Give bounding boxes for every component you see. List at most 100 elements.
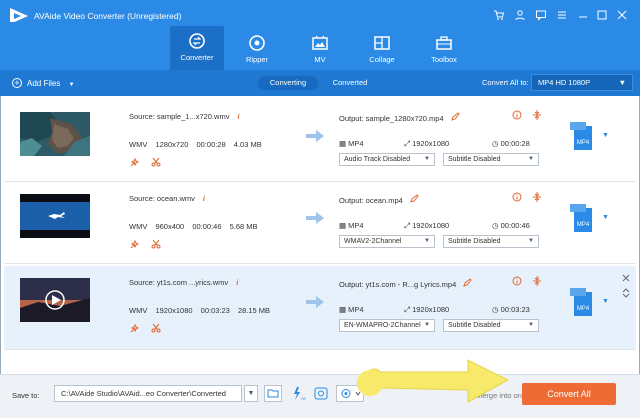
tab-mv[interactable]: MV [293,28,347,70]
effects-icon[interactable] [129,157,140,167]
compress-icon[interactable] [532,192,542,202]
source-size: 28.15 MB [237,306,271,315]
gpu-icon[interactable] [312,385,330,402]
pointer-arrow-annotation [356,359,510,403]
chevron-down-icon[interactable]: ▼ [602,132,609,139]
output-actions [512,192,542,204]
remove-icon[interactable] [622,274,630,282]
folder-icon[interactable] [264,385,282,402]
output-format-text: MP4 [348,139,364,148]
app-title: AVAide Video Converter (Unregistered) [34,11,182,21]
output-duration-text: 00:03:23 [500,305,530,314]
mp4-format-badge[interactable]: MP4 [570,288,594,318]
output-label: Output: yt1s.com - R...g Lyrics.mp4 [339,280,457,289]
source-resolution: 960x400 [155,222,185,231]
video-thumbnail [20,194,90,238]
svg-text:MP4: MP4 [577,140,590,146]
output-duration-text: 00:00:28 [500,139,530,148]
chevron-down-icon[interactable]: ▼ [244,385,258,402]
audio-track-value: EN-WMAPRO-2Channel [344,322,421,329]
source-resolution: 1920x1080 [155,306,193,315]
user-icon[interactable] [514,9,526,21]
menu-icon[interactable] [556,9,568,21]
subtitle-select[interactable]: Subtitle Disabled ▼ [443,319,539,332]
source-filename: Source: ocean.wmv i [129,194,205,203]
subtitle-value: Subtitle Disabled [448,156,501,163]
tab-converter[interactable]: Converter [170,26,224,70]
output-resolution-text: 1920x1080 [412,139,450,148]
info-icon[interactable]: i [203,194,205,203]
output-duration: ◷ 00:00:46 [492,221,530,230]
output-format: ▦ MP4 [339,139,364,148]
output-format-select[interactable]: MP4 HD 1080P ▼ [531,74,633,91]
file-row[interactable]: Source: yt1s.com ...yrics.wmv i WMV 1920x… [4,266,636,350]
feedback-icon[interactable] [535,9,547,21]
source-format: WMV [129,222,148,231]
compress-icon[interactable] [532,110,542,120]
output-actions [512,110,542,122]
info-circle-icon[interactable] [512,192,522,202]
tab-converting[interactable]: Converting [258,76,318,90]
output-format-value: MP4 HD 1080P [538,78,591,87]
pencil-icon[interactable] [410,194,419,203]
move-icon[interactable] [622,288,630,298]
chevron-down-icon[interactable]: ▼ [602,214,609,221]
tab-mv-label: MV [314,55,326,64]
chevron-down-icon: ▼ [424,322,430,328]
maximize-icon[interactable] [596,9,608,21]
chevron-down-icon: ▼ [528,156,534,162]
tab-ripper[interactable]: Ripper [230,28,284,70]
compress-icon[interactable] [532,276,542,286]
chevron-down-icon: ▼ [424,156,430,162]
convert-all-to-label: Convert All to: [482,78,529,87]
chevron-down-icon[interactable]: ▼ [69,82,75,88]
audio-track-select[interactable]: Audio Track Disabled ▼ [339,153,435,166]
video-thumbnail [20,278,90,322]
effects-icon[interactable] [129,323,140,333]
chevron-down-icon[interactable]: ▼ [602,298,609,305]
convert-all-button[interactable]: Convert All [522,383,616,405]
save-path-field[interactable]: C:\AVAide Studio\AVAid...eo Converter\Co… [54,385,242,402]
close-icon[interactable] [616,9,628,21]
add-files-button[interactable]: + Add Files ▼ [12,78,75,88]
output-resolution-text: 1920x1080 [412,305,450,314]
cart-icon[interactable] [493,9,505,21]
tab-toolbox[interactable]: Toolbox [417,28,471,70]
mp4-format-badge[interactable]: MP4 [570,122,594,152]
mp4-format-badge[interactable]: MP4 [570,204,594,234]
output-format: ▦ MP4 [339,221,364,230]
main-nav: Converter Ripper MV Collage Toolbox [0,22,640,70]
edit-tools [129,239,161,251]
info-icon[interactable]: i [236,278,238,287]
source-duration: 00:00:46 [192,222,222,231]
subtitle-select[interactable]: Subtitle Disabled ▼ [443,153,539,166]
output-duration: ◷ 00:00:28 [492,139,530,148]
file-row[interactable]: Source: ocean.wmv i WMV 960x400 00:00:46 … [4,182,636,264]
tab-ripper-label: Ripper [245,55,269,64]
tab-converted[interactable]: Converted [322,76,378,90]
minimize-icon[interactable] [577,9,589,21]
pencil-icon[interactable] [450,112,460,121]
source-resolution: 1280x720 [155,140,189,149]
audio-track-select[interactable]: WMAV2-2Channel ▼ [339,235,435,248]
info-icon[interactable]: i [237,112,239,121]
hardware-accel-icon[interactable]: OFF [288,385,306,402]
info-circle-icon[interactable] [512,110,522,120]
subtitle-value: Subtitle Disabled [448,238,501,245]
tab-collage[interactable]: Collage [355,28,409,70]
pencil-icon[interactable] [463,278,473,287]
scissors-icon[interactable] [151,157,161,167]
output-label: Output: sample_1280x720.mp4 [339,114,444,123]
audio-track-select[interactable]: EN-WMAPRO-2Channel ▼ [339,319,435,332]
effects-icon[interactable] [129,239,140,249]
scissors-icon[interactable] [151,323,161,333]
scissors-icon[interactable] [151,239,161,249]
source-label: Source: sample_1...x720.wmv [129,112,230,121]
subtitle-select[interactable]: Subtitle Disabled ▼ [443,235,539,248]
output-label: Output: ocean.mp4 [339,196,403,205]
file-row[interactable]: Source: sample_1...x720.wmv i WMV 1280x72… [4,100,636,182]
info-circle-icon[interactable] [512,276,522,286]
bottom-bar: Save to: C:\AVAide Studio\AVAid...eo Con… [0,374,640,418]
arrow-right-icon [306,296,324,308]
arrow-right-icon [306,130,324,142]
